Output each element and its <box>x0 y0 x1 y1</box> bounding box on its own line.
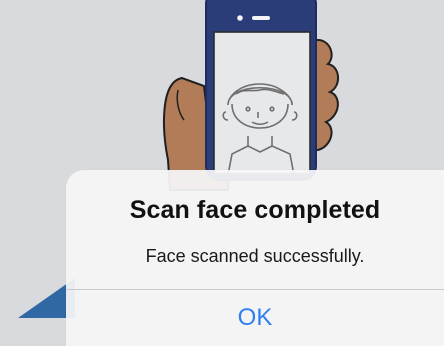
screen: Scan face completed Face scanned success… <box>0 0 444 346</box>
alert-dialog: Scan face completed Face scanned success… <box>66 170 444 346</box>
alert-title: Scan face completed <box>129 196 381 224</box>
ok-button[interactable]: OK <box>66 290 444 346</box>
phone-speaker <box>252 16 270 20</box>
phone-camera <box>237 15 243 21</box>
alert-message: Face scanned successfully. <box>145 246 365 266</box>
